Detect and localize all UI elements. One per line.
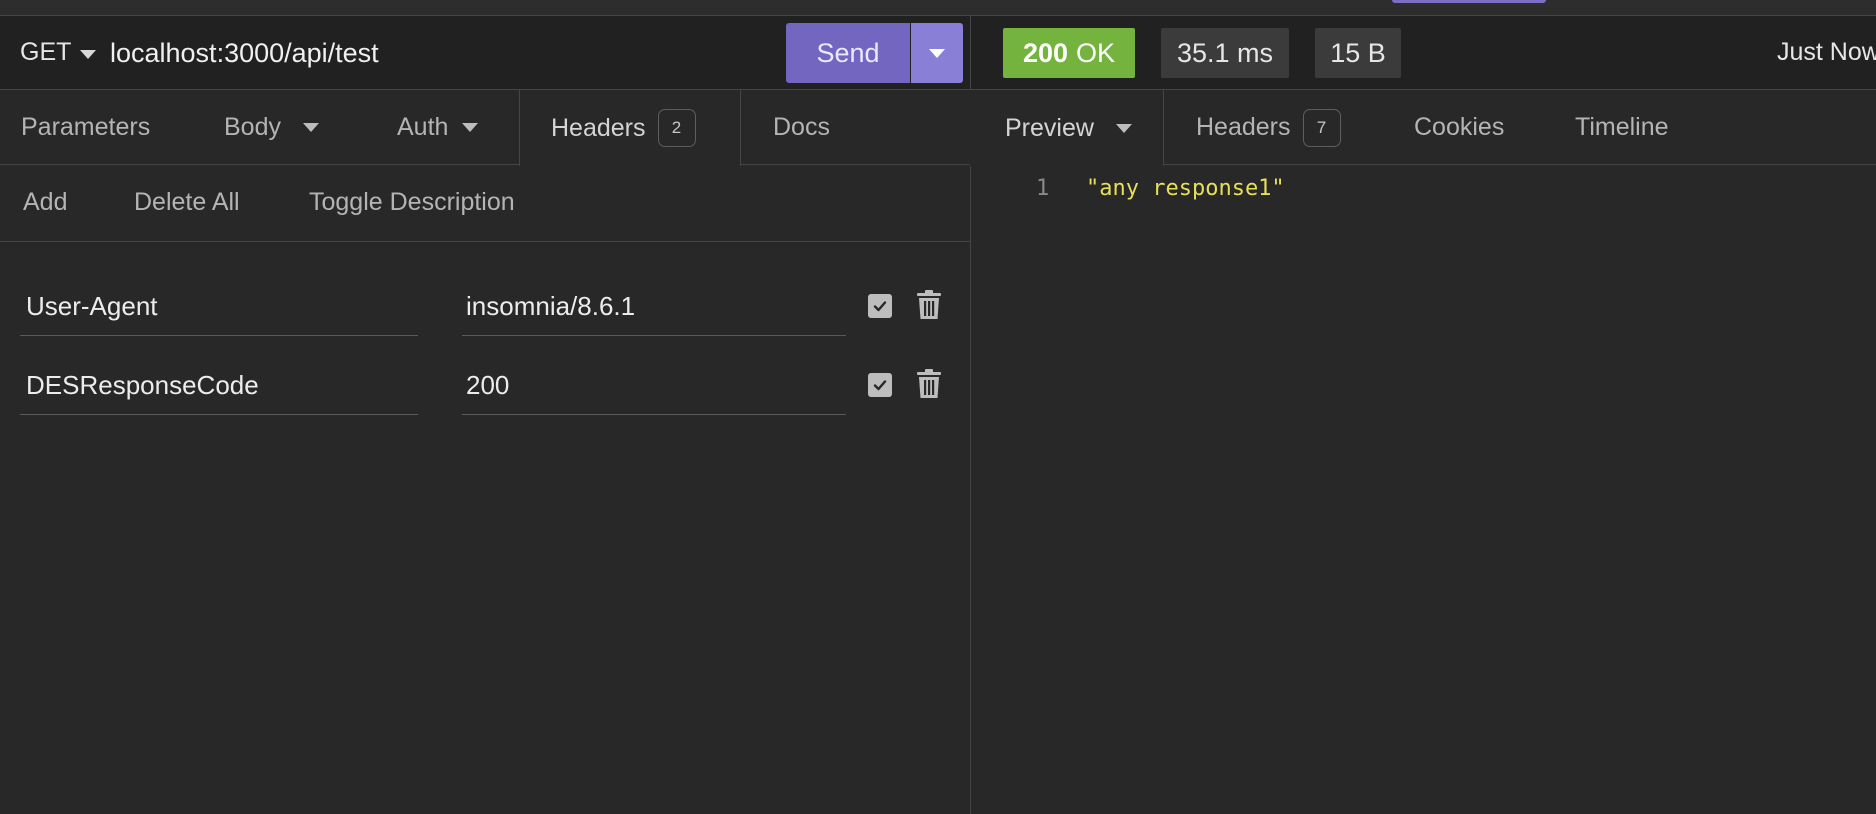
tab-label: Cookies — [1414, 113, 1505, 141]
chevron-down-icon — [1115, 123, 1132, 133]
check-icon — [873, 301, 887, 312]
url-input[interactable]: localhost:3000/api/test — [110, 38, 379, 69]
header-name-input[interactable]: DESResponseCode — [20, 357, 418, 415]
toggle-description-button[interactable]: Toggle Description — [309, 188, 515, 217]
delete-all-button[interactable]: Delete All — [134, 188, 240, 217]
top-strip — [0, 0, 1876, 16]
status-text: OK — [1076, 37, 1116, 68]
response-timestamp[interactable]: Just Now — [1777, 38, 1876, 67]
response-headers-count-badge: 7 — [1302, 108, 1341, 147]
chevron-down-icon[interactable] — [80, 50, 96, 59]
response-size-badge: 15 B — [1315, 28, 1401, 78]
tab-label: Parameters — [21, 113, 151, 141]
header-value-input[interactable]: insomnia/8.6.1 — [462, 278, 846, 336]
tab-headers[interactable]: Headers 2 — [519, 90, 741, 166]
response-tabs: Preview Headers 7 Cookies Timeline — [970, 90, 1876, 166]
method-select[interactable]: GET — [20, 38, 71, 67]
tab-cookies[interactable]: Cookies — [1414, 90, 1504, 165]
trash-icon[interactable] — [916, 290, 942, 320]
tab-label: Auth — [397, 113, 449, 141]
tab-label: Docs — [773, 113, 830, 141]
tab-label: Preview — [1005, 113, 1094, 142]
tab-label: Body — [224, 113, 281, 141]
tab-auth[interactable]: Auth — [397, 90, 479, 165]
status-code: 200 — [1022, 37, 1069, 68]
tab-preview[interactable]: Preview — [970, 90, 1164, 166]
check-icon — [873, 380, 887, 391]
line-number: 1 — [1036, 176, 1050, 201]
tab-label: Timeline — [1575, 113, 1669, 141]
response-status-bar: 200 OK 35.1 ms 15 B Just Now — [971, 16, 1876, 90]
tab-label: Headers — [1196, 113, 1291, 141]
add-header-button[interactable]: Add — [23, 188, 67, 217]
headers-count-badge: 2 — [657, 109, 696, 147]
response-time-badge: 35.1 ms — [1161, 28, 1289, 78]
header-enabled-checkbox[interactable] — [868, 373, 892, 397]
tab-docs[interactable]: Docs — [773, 90, 830, 165]
chevron-down-icon — [462, 123, 479, 132]
trash-icon[interactable] — [916, 369, 942, 399]
send-button[interactable]: Send — [786, 23, 910, 83]
header-row: User-Agent insomnia/8.6.1 — [0, 278, 970, 338]
status-badge: 200 OK — [1003, 28, 1135, 78]
header-name-input[interactable]: User-Agent — [20, 278, 418, 336]
header-row: DESResponseCode 200 — [0, 357, 970, 417]
header-enabled-checkbox[interactable] — [868, 294, 892, 318]
tab-timeline[interactable]: Timeline — [1575, 90, 1669, 165]
response-body-preview[interactable]: "any response1" — [1086, 176, 1285, 201]
tab-label: Headers — [551, 113, 646, 142]
tab-response-headers[interactable]: Headers 7 — [1196, 90, 1341, 165]
tab-body[interactable]: Body — [224, 90, 319, 165]
chevron-down-icon — [929, 48, 945, 58]
request-url-bar: GET localhost:3000/api/test Send — [0, 16, 970, 90]
request-tabs: Parameters Body Auth Headers 2 Docs — [0, 90, 970, 166]
tab-parameters[interactable]: Parameters — [21, 90, 150, 165]
headers-actions: Add Delete All Toggle Description — [0, 166, 970, 242]
active-tab-indicator — [1392, 0, 1546, 3]
send-options-button[interactable] — [911, 23, 963, 83]
chevron-down-icon — [302, 123, 319, 132]
header-value-input[interactable]: 200 — [462, 357, 846, 415]
